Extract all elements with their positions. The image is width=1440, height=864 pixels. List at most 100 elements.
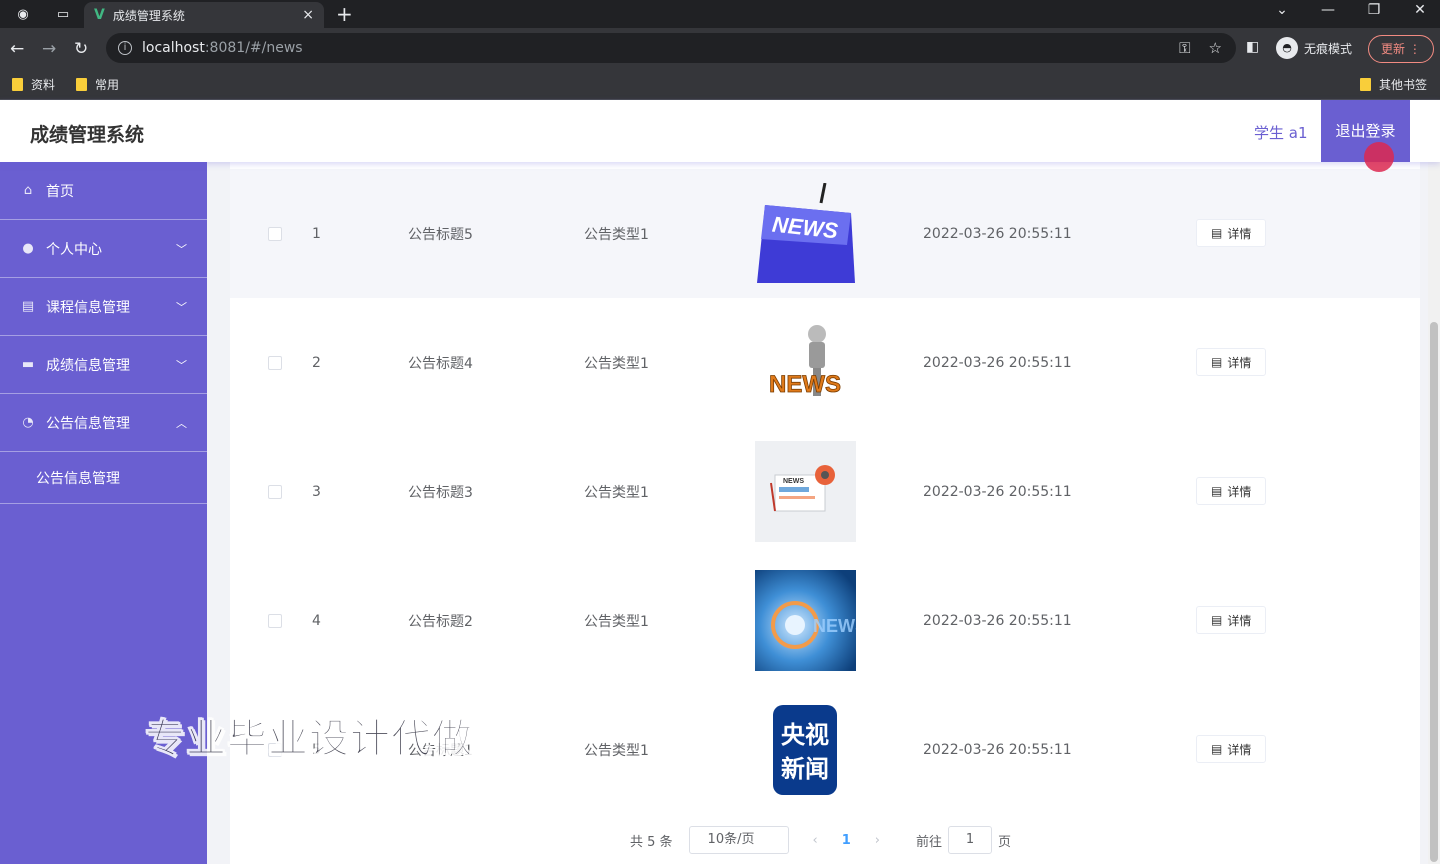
user-icon: ● <box>22 241 34 256</box>
bookmark-folder-2[interactable]: 常用 <box>76 76 119 93</box>
row-time: 2022-03-26 20:55:11 <box>923 741 1072 758</box>
sidepanel-icon[interactable]: ◧ <box>1246 39 1259 55</box>
row-checkbox[interactable] <box>268 298 282 427</box>
tab-search-icon[interactable]: ⌄ <box>1272 2 1292 18</box>
sidebar-item-notices[interactable]: ◔ 公告信息管理 ︿ <box>0 394 207 452</box>
row-time: 2022-03-26 20:55:11 <box>923 225 1072 242</box>
new-tab-button[interactable]: + <box>336 2 353 26</box>
detail-button[interactable]: ▤ 详情 <box>1196 348 1267 376</box>
sidebar-item-label: 首页 <box>46 183 74 200</box>
sidebar-item-grades[interactable]: ▬ 成绩信息管理 ﹀ <box>0 336 207 394</box>
incognito-icon: ◓ <box>1276 37 1298 59</box>
bookmark-star-icon[interactable]: ☆ <box>1209 39 1222 57</box>
bookmark-label: 常用 <box>95 78 120 92</box>
close-window-icon[interactable]: ✕ <box>1410 2 1430 18</box>
scrollbar-thumb[interactable] <box>1430 322 1438 862</box>
document-icon: ▤ <box>1211 613 1223 627</box>
other-bookmarks[interactable]: 其他书签 <box>1360 76 1427 93</box>
news-paper-image: NEWS <box>755 441 856 542</box>
watermark-text: 专业毕业设计代做 <box>145 716 473 763</box>
row-time: 2022-03-26 20:55:11 <box>923 483 1072 500</box>
document-icon: ▤ <box>1211 355 1223 369</box>
bookmark-folder-1[interactable]: 资料 <box>12 76 55 93</box>
news-blue-image: NEWS <box>755 570 856 671</box>
sidebar-item-home[interactable]: ⌂ 首页 <box>0 162 207 220</box>
key-icon[interactable]: ⚿ <box>1179 39 1190 57</box>
forward-icon[interactable]: → <box>42 39 56 59</box>
tab-strip-icon[interactable]: ▭ <box>54 5 72 23</box>
goto-suffix: 页 <box>998 834 1012 850</box>
detail-label: 详情 <box>1227 742 1252 757</box>
tab-title: 成绩管理系统 <box>112 8 185 23</box>
browser-tab[interactable]: V 成绩管理系统 × <box>84 2 324 28</box>
detail-label: 详情 <box>1227 613 1252 628</box>
reload-icon[interactable]: ↻ <box>74 39 88 59</box>
update-button[interactable]: 更新 ⋮ <box>1368 35 1434 63</box>
row-time: 2022-03-26 20:55:11 <box>923 354 1072 371</box>
sidebar-subitem-notices[interactable]: 公告信息管理 <box>0 452 207 504</box>
document-icon: ▤ <box>1211 226 1223 240</box>
url-input[interactable]: i localhost:8081/#/news ⚿ ☆ <box>106 33 1236 63</box>
detail-button[interactable]: ▤ 详情 <box>1196 219 1267 247</box>
document-icon: ▤ <box>1211 484 1223 498</box>
bookmarks-bar: 资料 常用 其他书签 <box>0 70 1440 100</box>
row-index: 2 <box>312 354 321 371</box>
home-icon: ⌂ <box>23 183 33 198</box>
sidebar-item-profile[interactable]: ● 个人中心 ﹀ <box>0 220 207 278</box>
row-title: 公告标题3 <box>408 484 473 501</box>
update-label: 更新 <box>1381 42 1406 56</box>
detail-label: 详情 <box>1227 484 1252 499</box>
document-icon: ▤ <box>1211 742 1223 756</box>
row-title: 公告标题2 <box>408 613 473 630</box>
scrollbar[interactable] <box>1428 162 1440 864</box>
row-type: 公告类型1 <box>584 484 649 501</box>
row-title: 公告标题5 <box>408 226 473 243</box>
news-key-image: NEWS <box>755 183 856 284</box>
table-row: 3 公告标题3 公告类型1 NEWS 2022-03-26 20:55:11 ▤… <box>230 427 1420 556</box>
next-page-icon[interactable]: › <box>875 833 880 848</box>
cctv-logo-text: 央视 <box>781 721 829 749</box>
app-header: 成绩管理系统 学生 a1 退出登录 <box>0 100 1440 162</box>
restore-icon[interactable]: ❐ <box>1364 2 1384 18</box>
table-row: 4 公告标题2 公告类型1 NEWS 2022-03-26 20:55:11 ▤… <box>230 556 1420 685</box>
goto-page-input[interactable]: 1 <box>948 826 993 854</box>
sidebar-item-course[interactable]: ▤ 课程信息管理 ﹀ <box>0 278 207 336</box>
minimize-icon[interactable]: — <box>1318 2 1338 18</box>
page-number-current[interactable]: 1 <box>842 833 851 848</box>
detail-button[interactable]: ▤ 详情 <box>1196 735 1267 763</box>
row-index: 4 <box>312 612 321 629</box>
site-info-icon[interactable]: i <box>118 41 132 55</box>
detail-button[interactable]: ▤ 详情 <box>1196 477 1267 505</box>
url-path: :8081/#/news <box>204 40 303 56</box>
row-checkbox[interactable] <box>268 427 282 556</box>
news-logo-text: NEWS <box>769 371 841 398</box>
incognito-indicator[interactable]: ◓ 无痕模式 <box>1276 37 1352 59</box>
browser-profile-icon[interactable]: ◉ <box>14 5 32 23</box>
vue-logo-icon: V <box>94 7 105 23</box>
row-time: 2022-03-26 20:55:11 <box>923 612 1072 629</box>
row-checkbox[interactable] <box>268 556 282 685</box>
notice-icon: ◔ <box>22 415 34 430</box>
incognito-label: 无痕模式 <box>1304 41 1353 56</box>
tab-close-icon[interactable]: × <box>302 7 314 23</box>
chevron-down-icon: ﹀ <box>176 358 187 372</box>
more-menu-icon: ⋮ <box>1408 42 1421 56</box>
pagination-total: 共 5 条 <box>630 834 673 850</box>
table-row: 2 公告标题4 公告类型1 NEWS 2022-03-26 20:55:11 ▤… <box>230 298 1420 427</box>
chevron-up-icon: ︿ <box>176 416 187 430</box>
row-index: 1 <box>312 225 321 242</box>
detail-button[interactable]: ▤ 详情 <box>1196 606 1267 634</box>
sidebar-item-label: 公告信息管理 <box>46 415 130 432</box>
sidebar-item-label: 成绩信息管理 <box>46 357 130 374</box>
row-index: 3 <box>312 483 321 500</box>
bookmark-label: 其他书签 <box>1379 78 1428 92</box>
folder-icon <box>76 78 87 91</box>
prev-page-icon[interactable]: ‹ <box>813 833 818 848</box>
sidebar-item-label: 课程信息管理 <box>46 299 130 316</box>
row-title: 公告标题4 <box>408 355 473 372</box>
page-size-select[interactable]: 10条/页 <box>688 826 789 854</box>
grade-icon: ▬ <box>21 357 35 372</box>
detail-label: 详情 <box>1227 226 1252 241</box>
back-icon[interactable]: ← <box>10 39 24 59</box>
row-checkbox[interactable] <box>268 169 282 298</box>
